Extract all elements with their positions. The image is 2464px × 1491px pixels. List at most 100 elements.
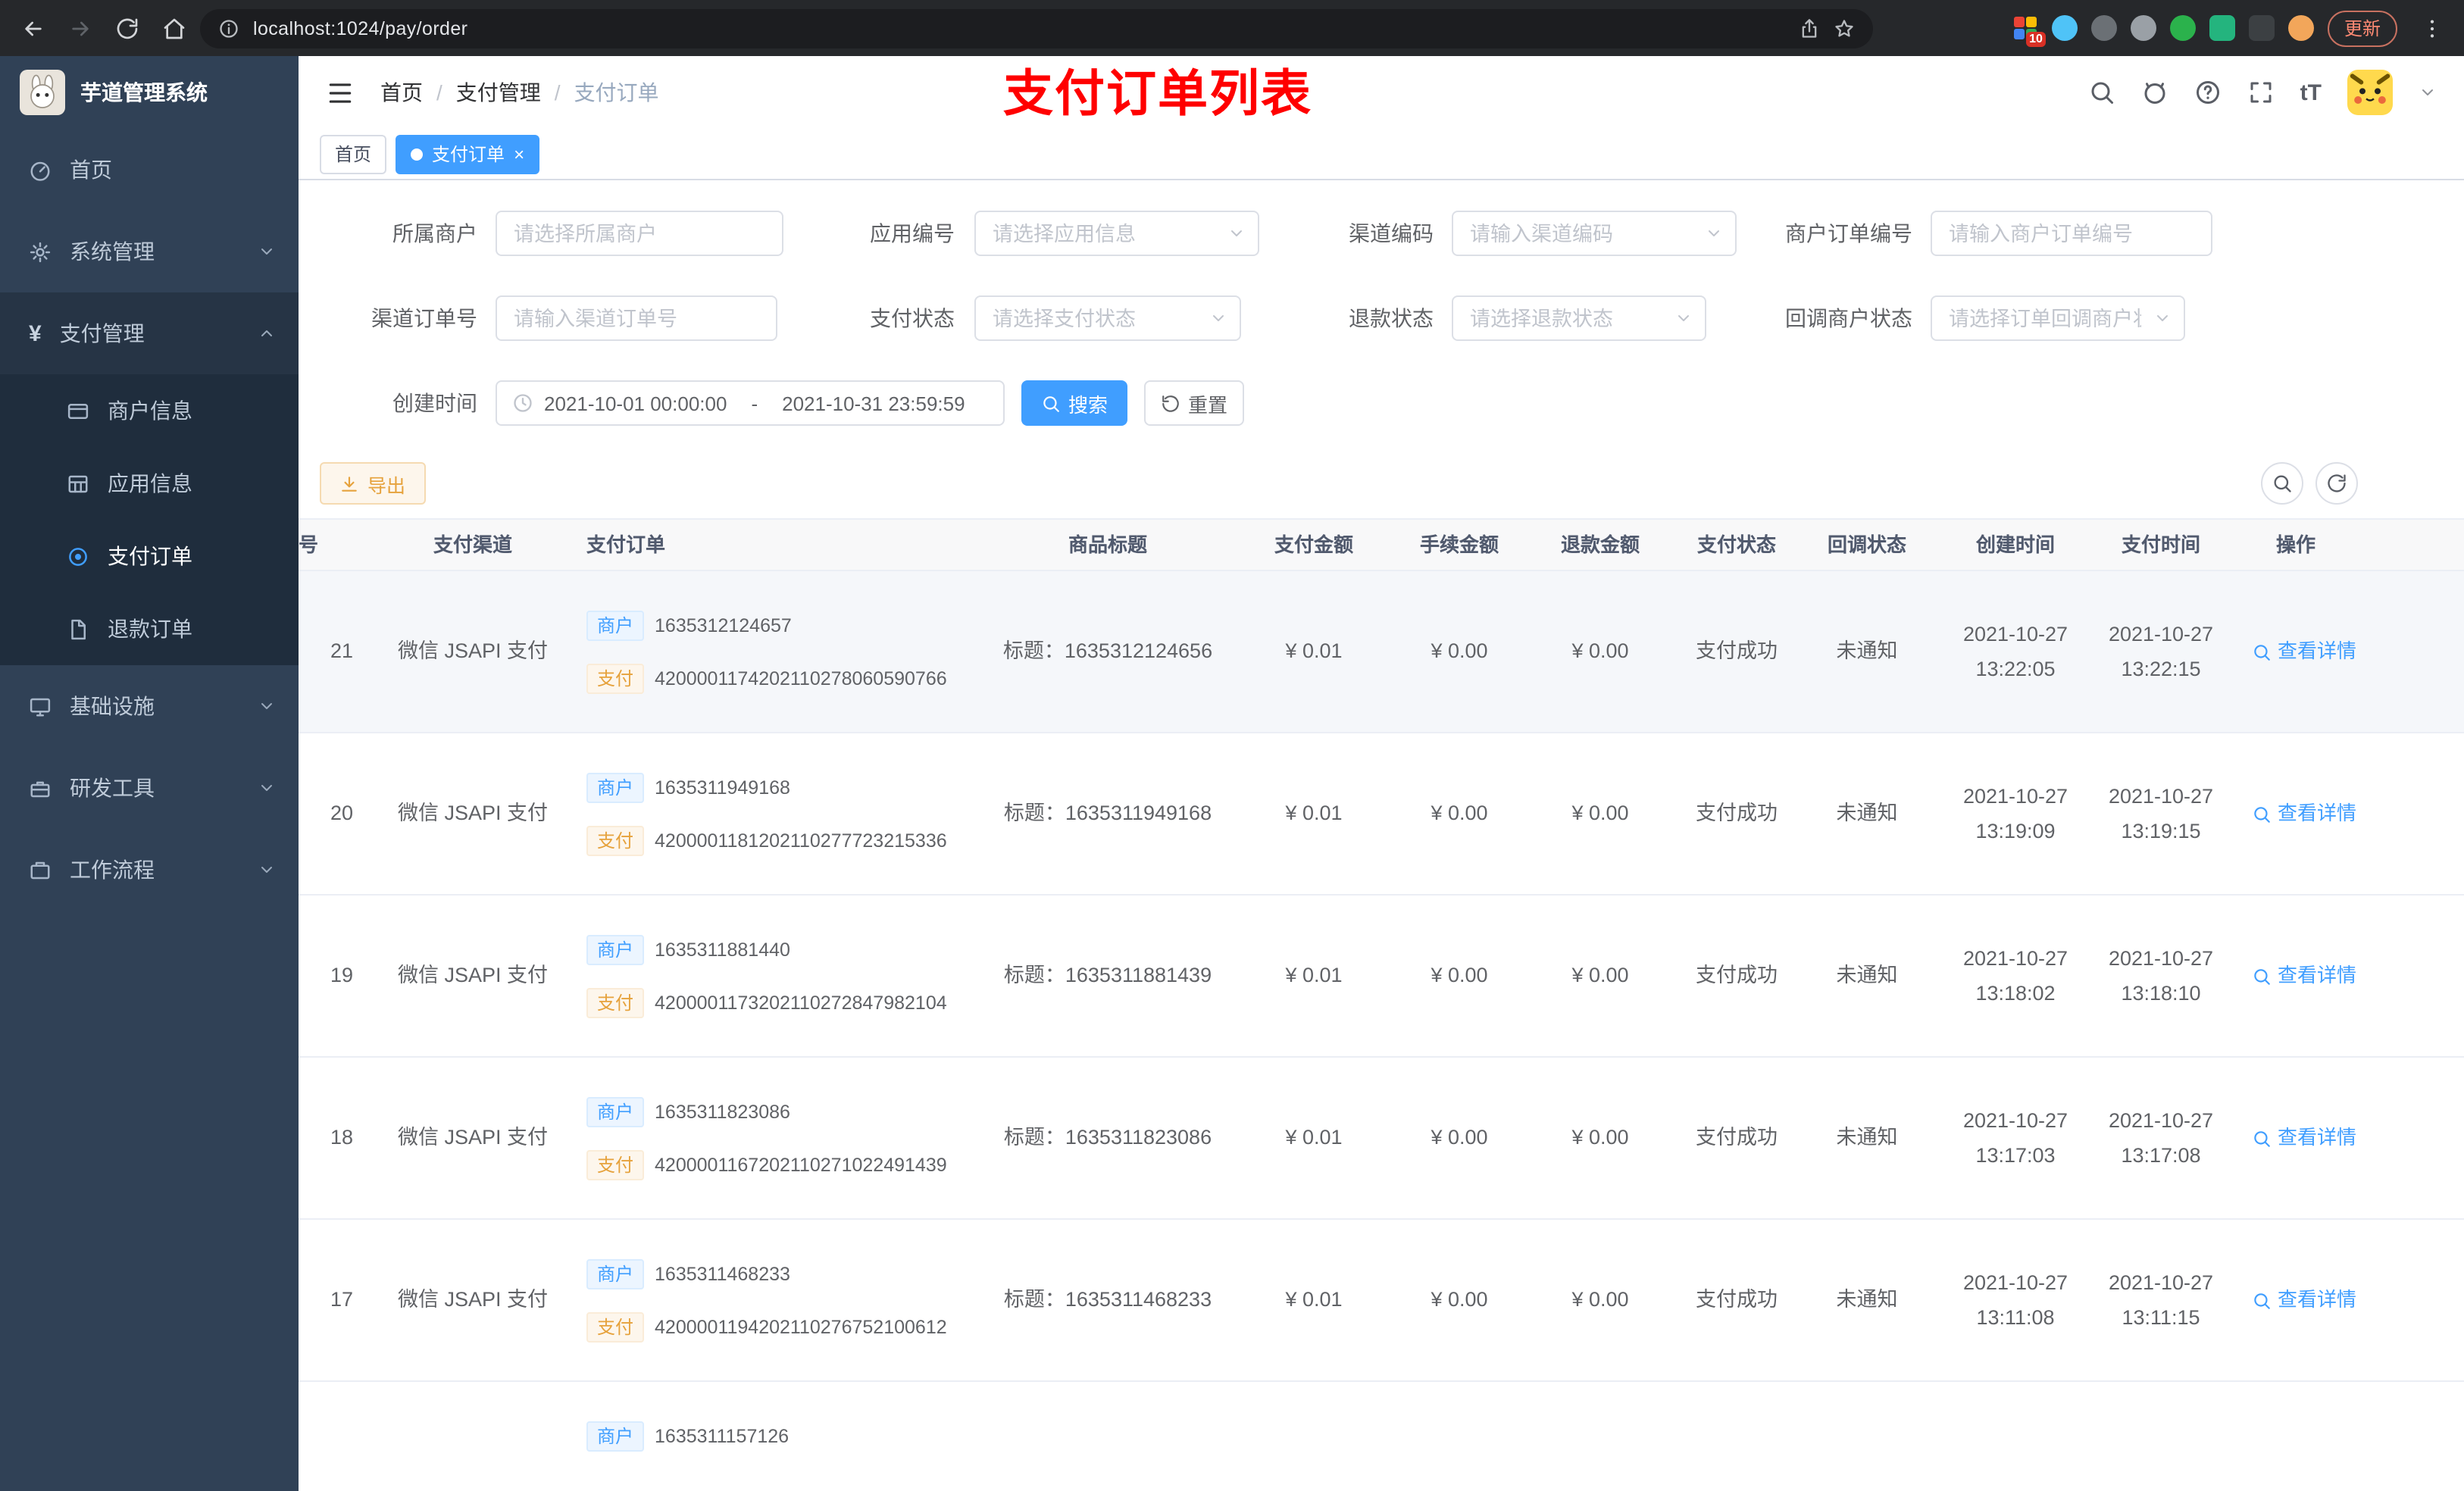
merchant-order-no-input[interactable]	[1931, 211, 2212, 256]
view-details-link[interactable]: 查看详情	[2252, 1285, 2356, 1315]
refresh-icon	[1161, 393, 1180, 413]
table-header-cell: 支付时间	[2121, 533, 2200, 555]
table-row: 18 微信 JSAPI 支付 商户 1635311823086 支付 4200001…	[299, 1058, 2464, 1220]
filter-label: 渠道订单号	[371, 306, 477, 330]
github-icon[interactable]	[2141, 79, 2169, 106]
tab-home[interactable]: 首页	[320, 134, 387, 173]
sidebar-item-refund-order[interactable]: 退款订单	[0, 592, 299, 665]
browser-back-icon[interactable]	[12, 8, 53, 48]
sidebar-item-pay-order[interactable]: 支付订单	[0, 520, 299, 592]
user-avatar[interactable]	[2347, 70, 2393, 115]
notify-status-input[interactable]	[1931, 295, 2185, 341]
extension-badge: 10	[2026, 32, 2046, 47]
merchant-select-input[interactable]	[496, 211, 783, 256]
toggle-search-button[interactable]	[2261, 462, 2303, 505]
reset-button[interactable]: 重置	[1144, 380, 1244, 426]
help-icon[interactable]	[2194, 79, 2222, 106]
extension-icon[interactable]	[2051, 15, 2078, 41]
table-header-cell: 支付订单	[586, 533, 666, 555]
browser-extensions-area: 10 更新	[2012, 8, 2452, 48]
app-id-select[interactable]	[974, 211, 1259, 256]
search-icon[interactable]	[2088, 79, 2115, 106]
breadcrumb: 首页 / 支付管理 / 支付订单	[380, 77, 659, 108]
channel-order-no-input[interactable]	[496, 295, 777, 341]
chevron-down-icon	[258, 697, 276, 715]
filter-label: 商户订单编号	[1785, 221, 1912, 245]
share-icon[interactable]	[1799, 17, 1820, 39]
channel-order-no-field[interactable]	[496, 295, 777, 341]
pay-status-select[interactable]	[974, 295, 1241, 341]
merchant-select[interactable]	[496, 211, 783, 256]
gear-icon	[29, 240, 52, 263]
view-details-link[interactable]: 查看详情	[2252, 799, 2356, 829]
date-separator: -	[751, 392, 758, 414]
extension-icon[interactable]	[2209, 15, 2235, 41]
tags-view-bar: 首页 支付订单 ×	[299, 129, 2464, 180]
merchant-order-no-field[interactable]	[1931, 211, 2212, 256]
filter-label: 应用编号	[870, 221, 955, 245]
active-tab-dot	[411, 148, 424, 160]
table-header-cell: 编号	[299, 533, 318, 555]
sidebar-item-dashboard[interactable]: 首页	[0, 129, 299, 211]
sidebar-toggle-icon[interactable]	[326, 78, 355, 107]
view-details-link[interactable]: 查看详情	[2252, 1123, 2356, 1153]
browser-update-button[interactable]: 更新	[2327, 10, 2397, 46]
refund-status-select[interactable]	[1452, 295, 1706, 341]
chevron-down-icon	[258, 779, 276, 797]
view-details-link[interactable]: 查看详情	[2252, 961, 2356, 991]
pay-status-input[interactable]	[974, 295, 1241, 341]
extension-puzzle-icon[interactable]: 10	[2012, 15, 2046, 47]
address-bar[interactable]: localhost:1024/pay/order	[200, 8, 1873, 48]
notify-status-select[interactable]	[1931, 295, 2185, 341]
browser-forward-icon[interactable]	[59, 8, 100, 48]
browser-home-icon[interactable]	[153, 8, 194, 48]
fullscreen-icon[interactable]	[2247, 79, 2275, 106]
extension-icon[interactable]	[2169, 15, 2196, 41]
sidebar-item-system[interactable]: 系统管理	[0, 211, 299, 292]
channel-code-input[interactable]	[1452, 211, 1737, 256]
filter-label: 所属商户	[392, 221, 477, 245]
sidebar-item-infra[interactable]: 基础设施	[0, 665, 299, 747]
sidebar-item-app-info[interactable]: 应用信息	[0, 447, 299, 520]
filter-label: 创建时间	[392, 391, 477, 415]
refund-status-input[interactable]	[1452, 295, 1706, 341]
table-row: 19 微信 JSAPI 支付 商户 1635311881440 支付 4200001…	[299, 896, 2464, 1058]
merchant-tag: 商户	[586, 1421, 645, 1452]
breadcrumb-home[interactable]: 首页	[380, 77, 423, 108]
magnifier-icon	[2252, 1128, 2272, 1148]
sidebar-item-payment[interactable]: ¥ 支付管理	[0, 292, 299, 374]
radio-dot-icon	[67, 545, 89, 567]
sidebar-item-workflow[interactable]: 工作流程	[0, 829, 299, 911]
breadcrumb-payment[interactable]: 支付管理	[456, 77, 541, 108]
extension-icon[interactable]	[2130, 15, 2156, 41]
app-id-select-input[interactable]	[974, 211, 1259, 256]
create-time-range-picker[interactable]: 2021-10-01 00:00:00 - 2021-10-31 23:59:5…	[496, 380, 1005, 426]
site-info-icon[interactable]	[218, 17, 239, 39]
page-annotation: 支付订单列表	[1003, 65, 1312, 121]
sidebar-item-devtools[interactable]: 研发工具	[0, 747, 299, 829]
tab-close-icon[interactable]: ×	[514, 145, 524, 163]
extension-icon[interactable]	[2090, 15, 2117, 41]
extension-icon[interactable]	[2248, 15, 2275, 41]
font-size-icon[interactable]: tT	[2300, 80, 2322, 105]
sidebar-item-merchant-info[interactable]: 商户信息	[0, 374, 299, 447]
refresh-table-button[interactable]	[2315, 462, 2358, 505]
browser-reload-icon[interactable]	[106, 8, 147, 48]
table-header-cell: 回调状态	[1827, 533, 1906, 555]
tab-pay-order[interactable]: 支付订单 ×	[396, 134, 540, 173]
search-button[interactable]: 搜索	[1021, 380, 1127, 426]
sidebar: 芋道管理系统 首页 系统管理 ¥ 支付管理 商户信息 应用信息 支付订单 退款订…	[0, 56, 299, 1491]
user-menu-caret-icon[interactable]	[2419, 83, 2437, 102]
filter-label: 退款状态	[1349, 306, 1434, 330]
bookmark-star-icon[interactable]	[1834, 17, 1855, 39]
export-button[interactable]: 导出	[320, 462, 426, 505]
channel-code-select[interactable]	[1452, 211, 1737, 256]
extension-avatar-icon[interactable]	[2287, 15, 2314, 41]
view-details-link[interactable]: 查看详情	[2252, 636, 2356, 667]
search-icon	[1041, 393, 1061, 413]
document-icon	[67, 617, 89, 640]
magnifier-icon	[2252, 642, 2272, 661]
table-header-cell: 操作	[2276, 533, 2316, 555]
sidebar-menu: 首页 系统管理 ¥ 支付管理 商户信息 应用信息 支付订单 退款订单 基础设施 …	[0, 129, 299, 911]
browser-menu-icon[interactable]	[2411, 8, 2452, 48]
